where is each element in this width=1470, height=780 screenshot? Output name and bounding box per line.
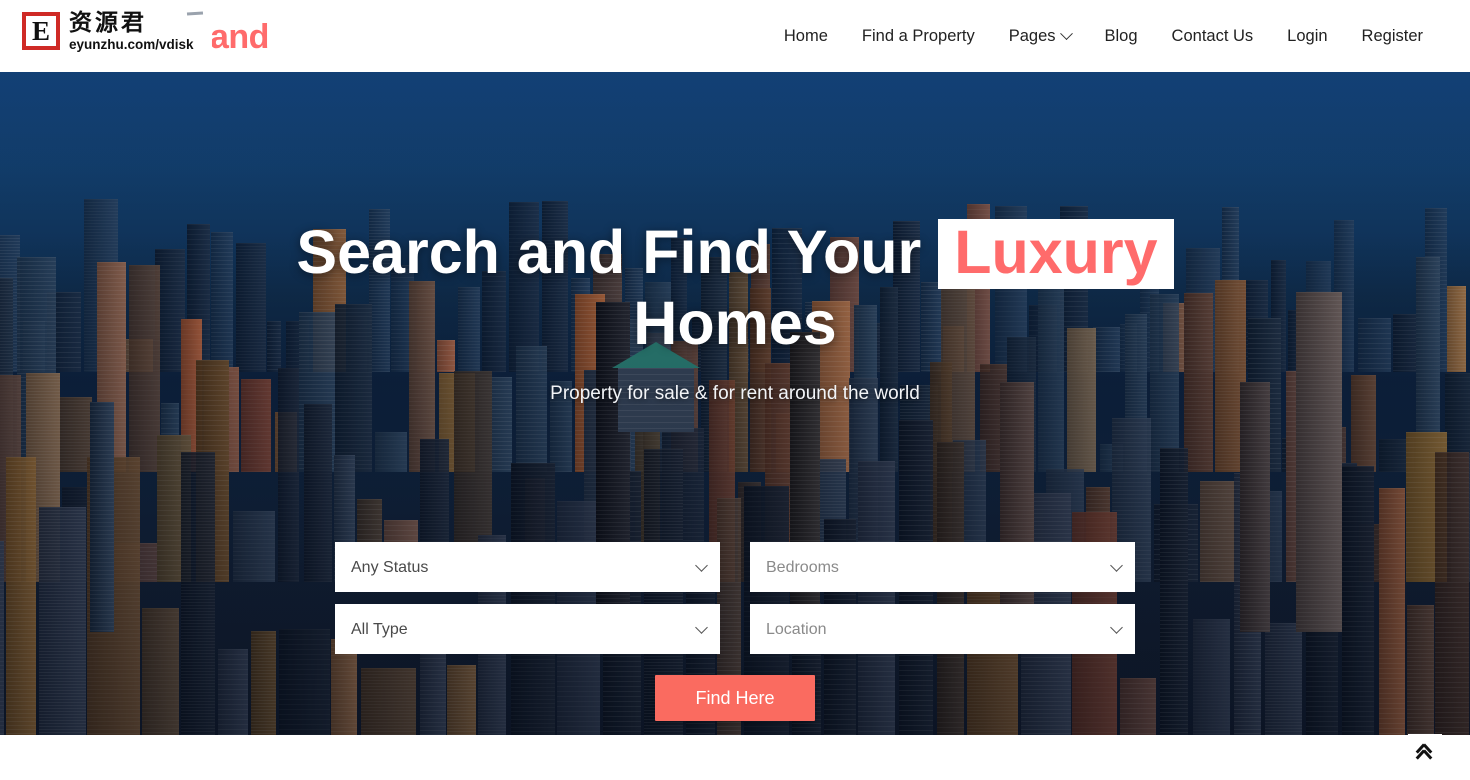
nav-item-label: Pages [1008,26,1056,45]
page-below-hero [0,735,1470,780]
nav-item-find-a-property[interactable]: Find a Property [845,22,992,51]
nav-item-login[interactable]: Login [1270,22,1344,51]
watermark-tick-mark [186,11,204,16]
hero-title-line2: Homes [633,289,837,357]
location-select[interactable]: LocationNew YorkLondonParisTokyo [750,604,1135,654]
search-row-1: Any StatusFor SaleFor RentSold Bedrooms1… [335,542,1135,592]
type-field: All TypeApartmentHouseVillaOffice [335,604,720,654]
bedrooms-select[interactable]: Bedrooms12345+ [750,542,1135,592]
nav-item-contact-us[interactable]: Contact Us [1155,22,1271,51]
hero-title: Search and Find Your Luxury Homes [0,218,1470,357]
status-field: Any StatusFor SaleFor RentSold [335,542,720,592]
nav-item-home[interactable]: Home [767,22,845,51]
hero-subtitle: Property for sale & for rent around the … [550,383,920,404]
hero-title-highlight: Luxury [938,219,1174,289]
watermark-text: 资源君 eyunzhu.com/vdisk [69,10,194,52]
chevron-down-icon [1059,26,1073,40]
double-chevron-up-icon [1416,743,1434,759]
main-navigation: Home Find a Property Pages Blog Contact Us Lo… [767,0,1440,72]
watermark-chinese-text: 资源君 [69,10,147,36]
nav-item-label: Home [783,26,828,45]
site-header: and Home Find a Property Pages Blog Contact … [0,0,1470,72]
nav-item-label: Find a Property [861,26,975,45]
status-select[interactable]: Any StatusFor SaleFor RentSold [335,542,720,592]
watermark-overlay: E 资源君 eyunzhu.com/vdisk [22,10,212,68]
page-root: Search and Find Your Luxury Homes Proper… [0,0,1470,780]
find-button-wrapper: Find Here [335,675,1135,721]
bedrooms-field: Bedrooms12345+ [750,542,1135,592]
property-search-form: Any StatusFor SaleFor RentSold Bedrooms1… [335,542,1135,721]
nav-item-label: Blog [1104,26,1138,45]
nav-item-label: Login [1287,26,1328,45]
location-field: LocationNew YorkLondonParisTokyo [750,604,1135,654]
nav-item-register[interactable]: Register [1345,22,1440,51]
nav-item-label: Register [1361,26,1423,45]
find-here-button[interactable]: Find Here [655,675,815,721]
hero-section: Search and Find Your Luxury Homes Proper… [0,72,1470,735]
nav-item-label: Contact Us [1171,26,1254,45]
watermark-mark-icon: E [22,12,60,50]
watermark-url: eyunzhu.com/vdisk [69,37,194,52]
hero-content: Search and Find Your Luxury Homes Proper… [0,72,1470,405]
nav-item-blog[interactable]: Blog [1088,22,1155,51]
nav-item-pages[interactable]: Pages [992,22,1088,51]
scroll-to-top-button[interactable] [1408,734,1442,768]
hero-title-line1: Search and Find Your [296,218,922,286]
site-logo-text: and [210,18,269,56]
type-select[interactable]: All TypeApartmentHouseVillaOffice [335,604,720,654]
search-row-2: All TypeApartmentHouseVillaOffice Locati… [335,604,1135,654]
